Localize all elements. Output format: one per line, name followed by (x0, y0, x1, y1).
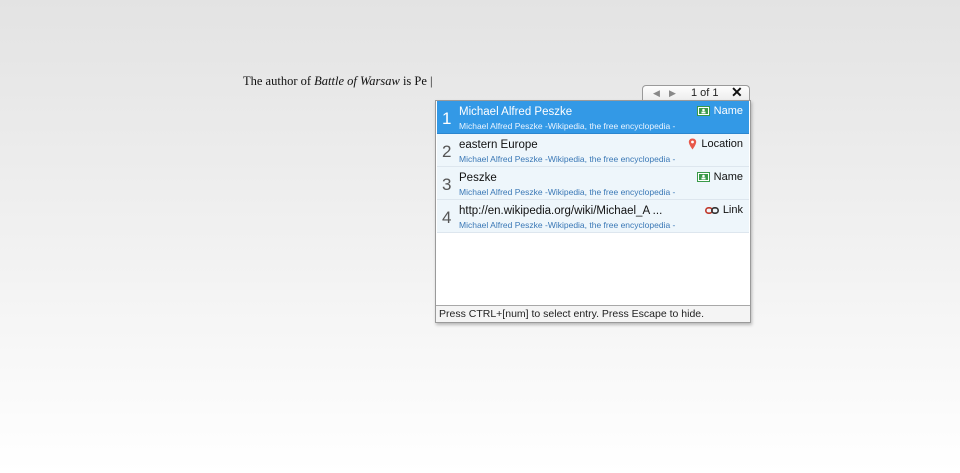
entry-number: 4 (442, 208, 452, 227)
entry-number: 1 (442, 109, 452, 128)
entry-type: Name (696, 171, 743, 183)
suggestion-entry-2[interactable]: 2 eastern Europe Michael Alfred Peszke -… (437, 134, 749, 167)
map-pin-icon (689, 138, 697, 150)
suggestion-nav: ◀ ▶ 1 of 1 ✕ (642, 84, 750, 101)
person-card-icon (696, 172, 710, 183)
entry-source: Michael Alfred Peszke -Wikipedia, the fr… (459, 121, 676, 131)
suggestion-popup: 1 Michael Alfred Peszke Michael Alfred P… (435, 100, 751, 323)
close-icon[interactable]: ✕ (731, 84, 743, 101)
triangle-left-icon[interactable]: ◀ (653, 88, 660, 99)
entry-title: Michael Alfred Peszke (459, 106, 573, 118)
entry-title: eastern Europe (459, 139, 538, 151)
person-card-icon (696, 106, 710, 117)
sentence-suffix: is Pe | (399, 74, 433, 88)
entry-type: Location (688, 138, 743, 150)
entry-type-label: Location (701, 138, 743, 150)
entry-type-label: Name (713, 171, 743, 183)
entry-title: http://en.wikipedia.org/wiki/Michael_A .… (459, 205, 663, 217)
entry-title: Peszke (459, 172, 497, 184)
status-bar: Press CTRL+[num] to select entry. Press … (436, 305, 750, 322)
entry-source: Michael Alfred Peszke -Wikipedia, the fr… (459, 220, 676, 230)
chain-link-icon (704, 206, 719, 214)
page-indicator: 1 of 1 (691, 87, 719, 99)
entry-source: Michael Alfred Peszke -Wikipedia, the fr… (459, 154, 676, 164)
entry-type-label: Name (713, 105, 743, 117)
entry-source: Michael Alfred Peszke -Wikipedia, the fr… (459, 187, 676, 197)
entry-number: 2 (442, 142, 452, 161)
entry-type: Link (704, 204, 743, 216)
suggestion-entry-3[interactable]: 3 Peszke Michael Alfred Peszke -Wikipedi… (437, 167, 749, 200)
triangle-right-icon[interactable]: ▶ (669, 88, 676, 99)
sentence-title: Battle of Warsaw (314, 74, 400, 88)
entry-type-label: Link (722, 204, 743, 216)
editor-text[interactable]: The author of Battle of Warsaw is Pe | (243, 74, 433, 89)
entry-type: Name (696, 105, 743, 117)
suggestion-entry-4[interactable]: 4 http://en.wikipedia.org/wiki/Michael_A… (437, 200, 749, 233)
suggestion-entry-1[interactable]: 1 Michael Alfred Peszke Michael Alfred P… (437, 101, 749, 134)
sentence-prefix: The author of (243, 74, 315, 88)
entry-number: 3 (442, 175, 452, 194)
